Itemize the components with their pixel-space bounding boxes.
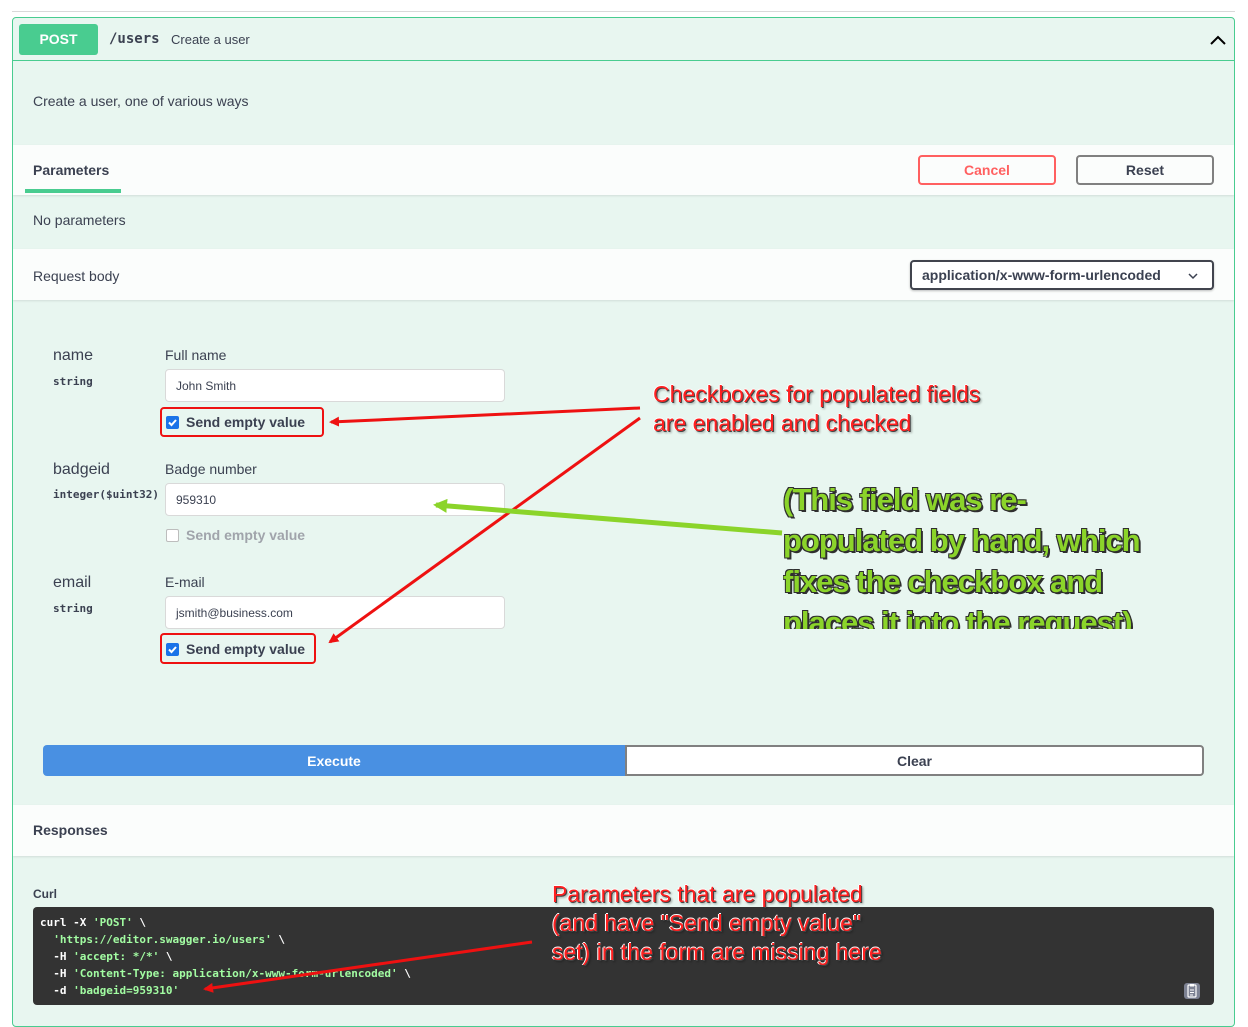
send-empty-label: Send empty value bbox=[186, 527, 306, 543]
send-empty-name-checkbox[interactable]: Send empty value bbox=[166, 414, 305, 430]
execute-button[interactable]: Execute bbox=[43, 745, 625, 776]
opblock-post-users: POST /users Create a user Create a user,… bbox=[12, 17, 1235, 1027]
request-body-header: Request body application/x-www-form-urle… bbox=[13, 249, 1234, 300]
checkbox-checked-icon bbox=[166, 643, 179, 656]
email-input[interactable]: jsmith@business.com bbox=[165, 596, 505, 629]
operation-description: Create a user, one of various ways bbox=[33, 93, 249, 109]
param-desc-badgeid: Badge number bbox=[165, 461, 257, 477]
curl-code-block: curl -X 'POST' \ 'https://editor.swagger… bbox=[33, 907, 1214, 1005]
param-name-email: email bbox=[53, 574, 92, 591]
execute-wrapper: Execute Clear bbox=[43, 745, 1204, 776]
name-input[interactable]: John Smith bbox=[165, 369, 505, 402]
send-empty-email-checkbox[interactable]: Send empty value bbox=[166, 641, 305, 657]
curl-line: -d 'badgeid=959310' bbox=[40, 984, 180, 997]
checkbox-unchecked-icon bbox=[166, 529, 179, 542]
request-body-title: Request body bbox=[33, 268, 120, 284]
endpoint-summary: Create a user bbox=[171, 32, 250, 47]
send-empty-label: Send empty value bbox=[186, 641, 306, 657]
checkbox-checked-icon bbox=[166, 416, 179, 429]
param-type-name: string bbox=[53, 375, 93, 388]
tab-underline bbox=[25, 189, 121, 193]
curl-label: Curl bbox=[33, 887, 57, 901]
chevron-down-icon bbox=[1188, 273, 1198, 280]
param-type-badgeid: integer($uint32) bbox=[53, 488, 159, 501]
parameters-header: Parameters Cancel Reset bbox=[13, 145, 1234, 195]
curl-line: -H 'Content-Type: application/x-www-form… bbox=[40, 967, 411, 980]
param-name-badgeid: badgeid bbox=[53, 461, 110, 478]
top-divider bbox=[12, 11, 1235, 12]
curl-line: -H 'accept: */*' \ bbox=[40, 950, 173, 963]
content-type-select[interactable]: application/x-www-form-urlencoded bbox=[910, 260, 1214, 290]
param-type-email: string bbox=[53, 602, 93, 615]
chevron-up-icon[interactable] bbox=[1208, 30, 1228, 50]
responses-header: Responses bbox=[13, 805, 1234, 856]
responses-title: Responses bbox=[33, 822, 108, 838]
param-desc-email: E-mail bbox=[165, 574, 205, 590]
badgeid-input[interactable]: 959310 bbox=[165, 483, 505, 516]
param-desc-name: Full name bbox=[165, 347, 227, 363]
clear-button[interactable]: Clear bbox=[625, 745, 1204, 776]
curl-line: 'https://editor.swagger.io/users' \ bbox=[53, 933, 286, 946]
send-empty-label: Send empty value bbox=[186, 414, 306, 430]
method-badge: POST bbox=[19, 24, 98, 55]
endpoint-path: /users bbox=[109, 31, 160, 47]
reset-button[interactable]: Reset bbox=[1076, 155, 1214, 185]
copy-clipboard-icon[interactable] bbox=[1182, 981, 1202, 1001]
curl-line: curl -X 'POST' \ bbox=[40, 916, 146, 929]
content-type-value: application/x-www-form-urlencoded bbox=[922, 267, 1161, 283]
no-parameters-text: No parameters bbox=[33, 212, 126, 228]
opblock-summary[interactable]: POST /users Create a user bbox=[13, 18, 1234, 61]
param-name-name: name bbox=[53, 347, 94, 364]
tab-parameters[interactable]: Parameters bbox=[33, 162, 109, 178]
send-empty-badgeid-checkbox[interactable]: Send empty value bbox=[166, 527, 305, 543]
cancel-button[interactable]: Cancel bbox=[918, 155, 1056, 185]
